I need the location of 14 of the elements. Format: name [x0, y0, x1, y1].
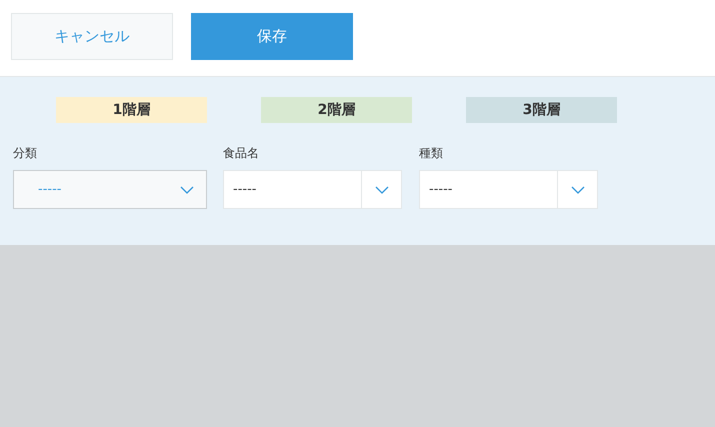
- dropdown[interactable]: -----: [13, 170, 207, 209]
- field-label: 食品名: [223, 145, 259, 162]
- dropdown[interactable]: -----: [223, 170, 402, 209]
- field-label: 種類: [419, 145, 443, 162]
- level-badge: 2階層: [261, 97, 412, 123]
- chevron-down-icon: [570, 186, 584, 194]
- dropdown[interactable]: -----: [419, 170, 598, 209]
- level-badge: 3階層: [466, 97, 617, 123]
- chevron-down-icon: [374, 186, 388, 194]
- cancel-button[interactable]: キャンセル: [11, 13, 173, 60]
- save-button[interactable]: 保存: [191, 13, 353, 60]
- field-label: 分類: [13, 145, 37, 162]
- level-badge: 1階層: [56, 97, 207, 123]
- chevron-down-icon: [180, 186, 194, 194]
